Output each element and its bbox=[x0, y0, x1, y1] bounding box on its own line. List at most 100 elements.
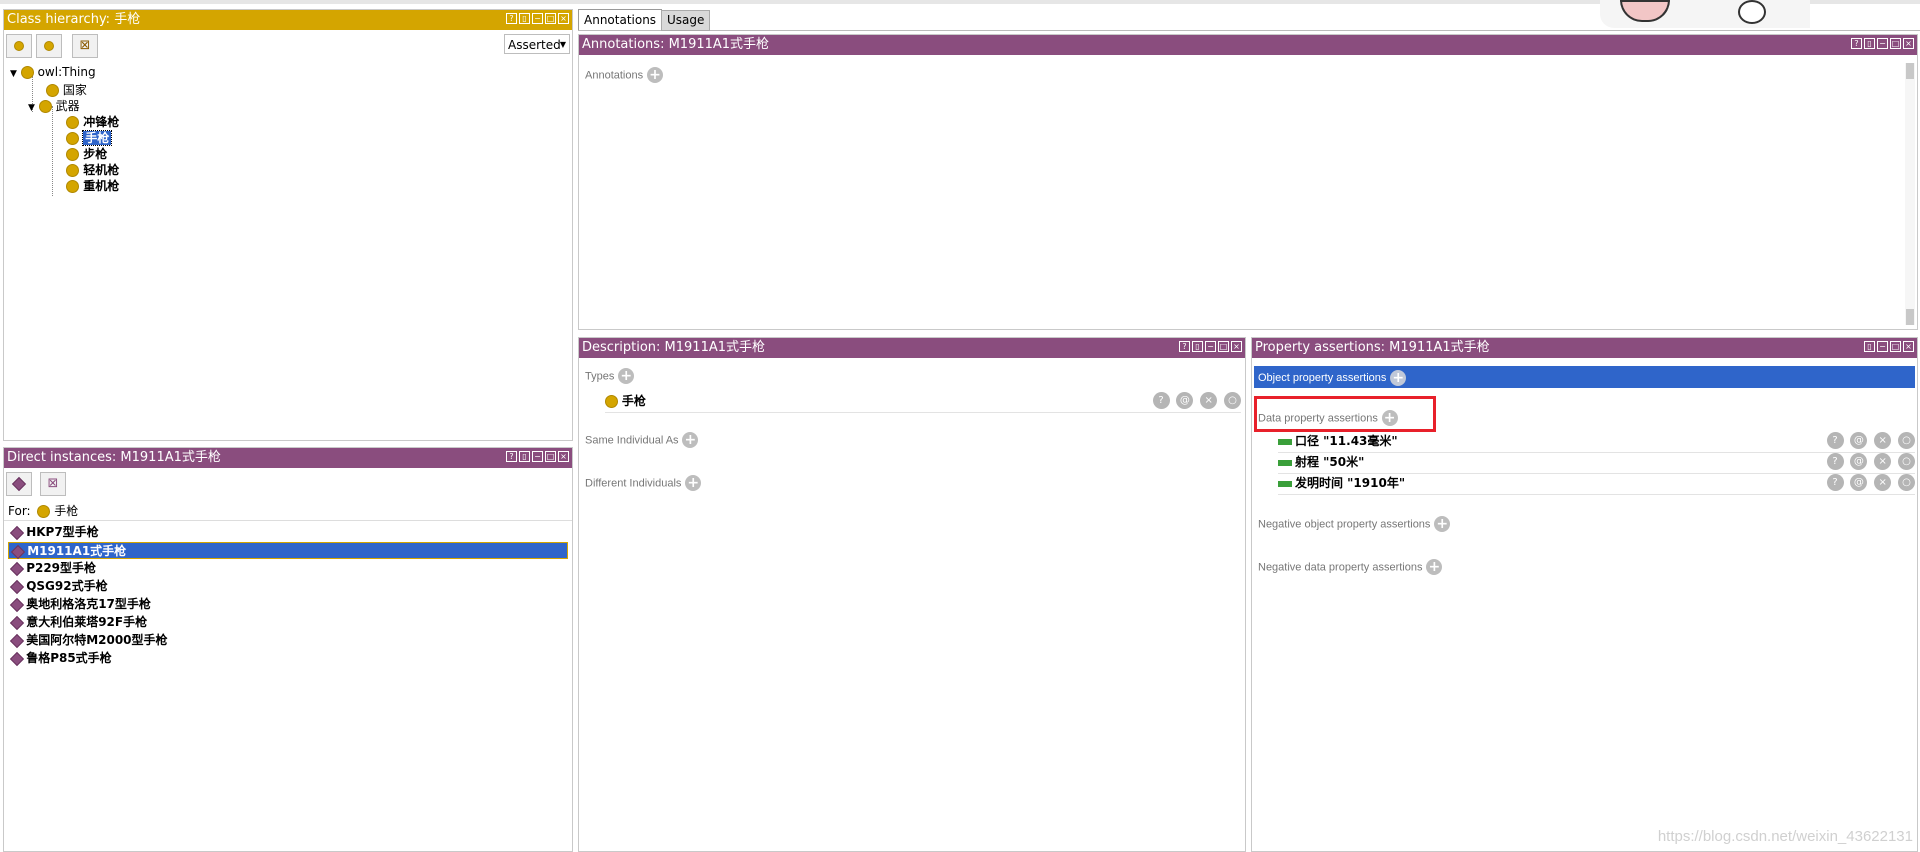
scrollbar-thumb-bottom[interactable] bbox=[1906, 309, 1914, 325]
split-icon[interactable]: ▯ bbox=[519, 13, 530, 24]
tree-node-country[interactable]: 国家 bbox=[46, 81, 87, 98]
annotate-icon[interactable]: @ bbox=[1176, 392, 1194, 409]
edit-icon[interactable]: ○ bbox=[1898, 432, 1915, 449]
add-negative-object-property-button[interactable]: + bbox=[1434, 516, 1451, 532]
delete-icon[interactable]: × bbox=[1200, 392, 1218, 409]
tree-node-rifle[interactable]: 步枪 bbox=[66, 145, 107, 162]
annotate-icon[interactable]: @ bbox=[1850, 432, 1868, 449]
individual-icon bbox=[9, 633, 25, 648]
data-property-row[interactable]: 射程 "50米" ? @ × ○ bbox=[1278, 453, 1915, 474]
list-item[interactable]: 美国阿尔特M2000型手枪 bbox=[8, 632, 568, 649]
watermark: https://blog.csdn.net/weixin_43622131 bbox=[1657, 828, 1913, 845]
help-icon[interactable]: ? bbox=[1179, 341, 1190, 352]
maximize-icon[interactable]: □ bbox=[1890, 38, 1901, 49]
data-property-row[interactable]: 口径 "11.43毫米" ? @ × ○ bbox=[1278, 432, 1915, 453]
help-icon[interactable]: ? bbox=[506, 13, 517, 24]
same-individual-section: Same Individual As + bbox=[585, 432, 699, 448]
delete-icon[interactable]: × bbox=[1874, 474, 1892, 491]
tree-node-light-machine-gun[interactable]: 轻机枪 bbox=[66, 161, 119, 178]
explain-icon[interactable]: ? bbox=[1826, 474, 1844, 491]
list-item[interactable]: 奥地利格洛克17型手枪 bbox=[8, 596, 568, 613]
explain-icon[interactable]: ? bbox=[1826, 453, 1844, 470]
split-icon[interactable]: ▯ bbox=[1864, 341, 1875, 352]
edit-icon[interactable]: ○ bbox=[1898, 453, 1915, 470]
add-negative-data-property-button[interactable]: + bbox=[1426, 559, 1443, 575]
close-icon[interactable]: × bbox=[1903, 341, 1914, 352]
list-item[interactable]: 意大利伯莱塔92F手枪 bbox=[8, 614, 568, 631]
data-property-row[interactable]: 发明时间 "1910年" ? @ × ○ bbox=[1278, 474, 1915, 495]
minimize-icon[interactable]: − bbox=[1877, 38, 1888, 49]
class-icon bbox=[66, 180, 79, 193]
minimize-icon[interactable]: − bbox=[532, 13, 543, 24]
minimize-icon[interactable]: − bbox=[532, 451, 543, 462]
list-item[interactable]: QSG92式手枪 bbox=[8, 578, 568, 595]
for-class-row: For: 手枪 bbox=[8, 502, 78, 519]
explain-icon[interactable]: ? bbox=[1826, 432, 1844, 449]
type-row[interactable]: 手枪 ? @ × ○ bbox=[605, 392, 1241, 413]
add-sibling-class-button[interactable] bbox=[36, 34, 62, 58]
list-item-selected[interactable]: M1911A1式手枪 bbox=[8, 542, 568, 559]
row-actions: ? @ × ○ bbox=[1824, 474, 1915, 491]
types-label: Types bbox=[585, 370, 615, 383]
minimize-icon[interactable]: − bbox=[1877, 341, 1888, 352]
titlebar-buttons: ? ▯ − □ × bbox=[1179, 341, 1242, 352]
add-same-individual-button[interactable]: + bbox=[682, 432, 699, 448]
tree-node-pistol[interactable]: 手枪 bbox=[66, 129, 113, 146]
instance-label: 奥地利格洛克17型手枪 bbox=[26, 597, 151, 611]
delete-individual-button[interactable]: ⊠ bbox=[40, 472, 66, 496]
tree-node-label: 国家 bbox=[62, 83, 87, 97]
list-item[interactable]: HKP7型手枪 bbox=[8, 524, 568, 541]
annotate-icon[interactable]: @ bbox=[1850, 453, 1868, 470]
close-icon[interactable]: × bbox=[1231, 341, 1242, 352]
maximize-icon[interactable]: □ bbox=[545, 451, 556, 462]
split-icon[interactable]: ▯ bbox=[1864, 38, 1875, 49]
list-item[interactable]: P229型手枪 bbox=[8, 560, 568, 577]
expand-toggle-icon[interactable]: ▼ bbox=[28, 103, 35, 113]
help-icon[interactable]: ? bbox=[506, 451, 517, 462]
add-subclass-button[interactable] bbox=[6, 34, 32, 58]
delete-icon[interactable]: × bbox=[1874, 432, 1892, 449]
row-actions: ? @ × ○ bbox=[1824, 453, 1915, 470]
tree-node-heavy-machine-gun[interactable]: 重机枪 bbox=[66, 177, 119, 194]
tab-usage[interactable]: Usage bbox=[661, 10, 711, 31]
close-icon[interactable]: × bbox=[1903, 38, 1914, 49]
add-object-property-button[interactable]: + bbox=[1390, 369, 1407, 386]
delete-icon[interactable]: × bbox=[1874, 453, 1892, 470]
tree-node-owl-thing[interactable]: ▼ owl:Thing bbox=[10, 65, 96, 79]
edit-icon[interactable]: ○ bbox=[1224, 392, 1241, 409]
delete-class-button[interactable]: ⊠ bbox=[72, 34, 98, 58]
minimize-icon[interactable]: − bbox=[1205, 341, 1216, 352]
maximize-icon[interactable]: □ bbox=[1890, 341, 1901, 352]
object-property-assertions-row[interactable]: Object property assertions + bbox=[1254, 366, 1915, 388]
individual-icon bbox=[9, 597, 25, 612]
edit-icon[interactable]: ○ bbox=[1898, 474, 1915, 491]
help-icon[interactable]: ? bbox=[1851, 38, 1862, 49]
annotations-title: Annotations: M1911A1式手枪 bbox=[582, 37, 770, 52]
annotate-icon[interactable]: @ bbox=[1850, 474, 1868, 491]
maximize-icon[interactable]: □ bbox=[545, 13, 556, 24]
close-icon[interactable]: × bbox=[558, 451, 569, 462]
close-icon[interactable]: × bbox=[558, 13, 569, 24]
add-individual-button[interactable] bbox=[6, 472, 32, 496]
maximize-icon[interactable]: □ bbox=[1218, 341, 1229, 352]
explain-icon[interactable]: ? bbox=[1152, 392, 1170, 409]
instance-label: P229型手枪 bbox=[26, 561, 97, 575]
row-actions: ? @ × ○ bbox=[1824, 432, 1915, 449]
scrollbar[interactable] bbox=[1905, 63, 1915, 325]
expand-toggle-icon[interactable]: ▼ bbox=[10, 69, 17, 79]
add-different-individual-button[interactable]: + bbox=[685, 475, 702, 491]
add-type-button[interactable]: + bbox=[618, 368, 635, 384]
tree-node-weapon[interactable]: ▼ 武器 bbox=[28, 97, 80, 114]
row-actions: ? @ × ○ bbox=[1150, 392, 1241, 409]
tab-annotations[interactable]: Annotations bbox=[578, 9, 663, 30]
add-annotation-button[interactable]: + bbox=[646, 67, 663, 83]
split-icon[interactable]: ▯ bbox=[519, 451, 530, 462]
split-icon[interactable]: ▯ bbox=[1192, 341, 1203, 352]
list-item[interactable]: 鲁格P85式手枪 bbox=[8, 650, 568, 667]
scrollbar-thumb-top[interactable] bbox=[1906, 63, 1914, 79]
hierarchy-mode-select[interactable]: Asserted ▼ bbox=[504, 34, 570, 54]
tree-node-submachine-gun[interactable]: 冲锋枪 bbox=[66, 113, 119, 130]
direct-instances-panel: Direct instances: M1911A1式手枪 ? ▯ − □ × ⊠… bbox=[3, 447, 573, 852]
data-property-label: Data property assertions bbox=[1258, 412, 1378, 425]
add-data-property-button[interactable]: + bbox=[1381, 410, 1398, 426]
